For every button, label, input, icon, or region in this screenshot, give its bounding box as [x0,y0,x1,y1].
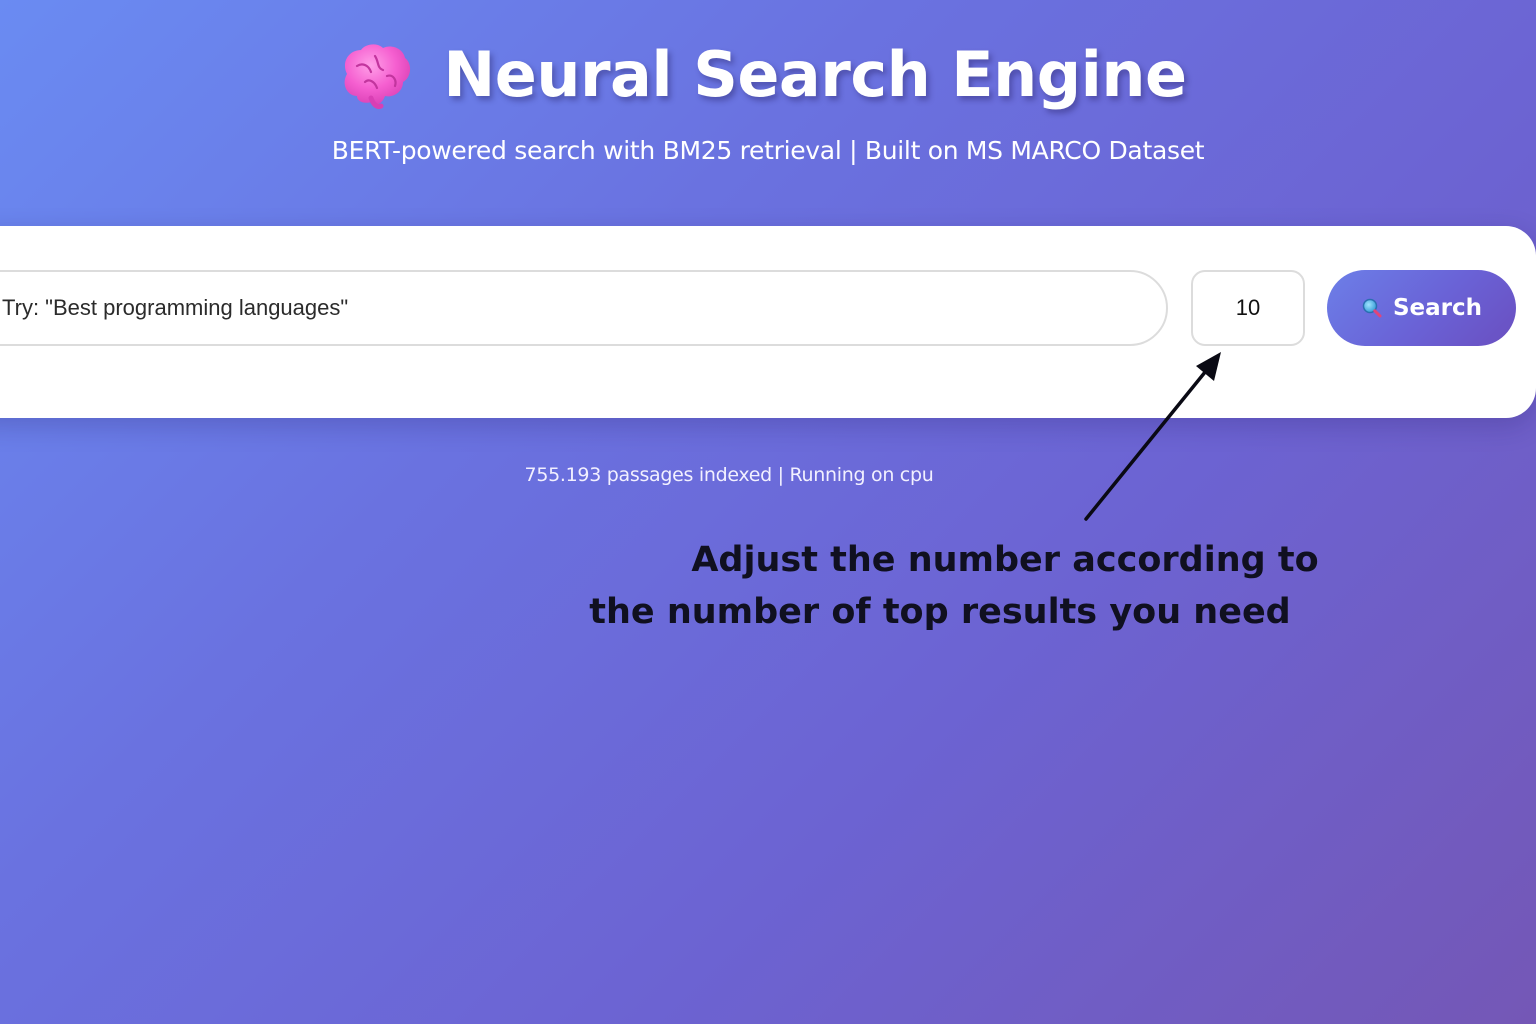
top-k-input[interactable] [1191,270,1305,346]
search-button-label: Search [1392,295,1483,321]
page-header: Neural Search Engine BERT-powered search… [0,0,1536,200]
status-text: 755.193 passages indexed | Running on cp… [524,464,934,486]
title-row: Neural Search Engine [0,38,1536,111]
annotation-line-1: Adjust the number according to [691,540,1319,580]
annotation-line-2: the number of top results you need [589,592,1291,632]
search-button[interactable]: Search [1327,270,1516,346]
search-icon [1362,298,1382,318]
page-title: Neural Search Engine [443,38,1187,111]
search-input[interactable] [0,270,1168,346]
brain-icon [344,43,411,109]
page-subtitle: BERT-powered search with BM25 retrieval … [331,136,1205,165]
annotation-callout: Adjust the number according to the numbe… [560,534,1360,638]
